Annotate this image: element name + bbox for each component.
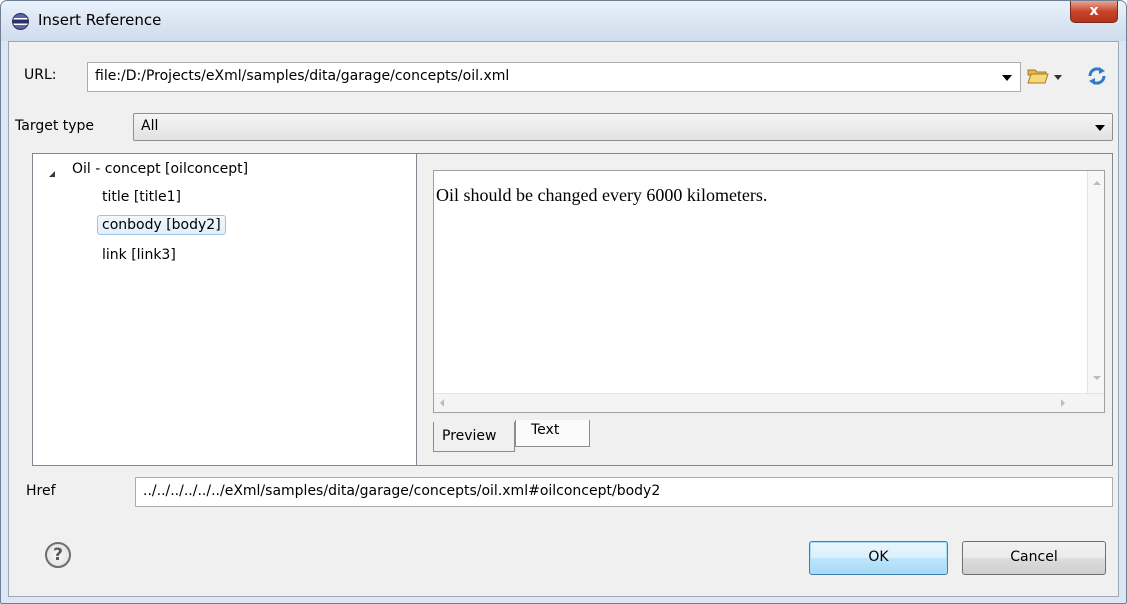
href-label: Href <box>26 483 56 499</box>
preview-area: Oil should be changed every 6000 kilomet… <box>433 170 1105 413</box>
target-type-combo[interactable]: All <box>133 113 1113 141</box>
ok-button[interactable]: OK <box>809 541 948 575</box>
cancel-button[interactable]: Cancel <box>962 541 1106 575</box>
url-combo[interactable]: file:/D:/Projects/eXml/samples/dita/gara… <box>87 62 1021 92</box>
scroll-down-icon[interactable] <box>1093 376 1101 380</box>
tree-item-link[interactable]: link [link3] <box>102 247 176 263</box>
title-bar[interactable]: Insert Reference x <box>1 1 1126 41</box>
chevron-down-icon[interactable] <box>1054 75 1062 80</box>
target-type-value: All <box>141 118 159 134</box>
chevron-down-icon[interactable] <box>1095 125 1105 131</box>
url-dropdown-arrow-icon[interactable] <box>1002 75 1012 81</box>
preview-text: Oil should be changed every 6000 kilomet… <box>436 185 768 205</box>
help-icon[interactable]: ? <box>45 542 71 568</box>
tree-item-root[interactable]: Oil - concept [oilconcept] <box>72 161 248 177</box>
tree-item-title[interactable]: title [title1] <box>102 189 181 205</box>
target-type-label: Target type <box>15 118 95 134</box>
href-field[interactable]: ../../../../../../eXml/samples/dita/gara… <box>135 477 1113 507</box>
tab-preview-label: Preview <box>442 428 497 444</box>
tab-text-label: Text <box>531 422 560 438</box>
href-value: ../../../../../../eXml/samples/dita/gara… <box>143 483 661 499</box>
scroll-left-icon[interactable] <box>440 399 444 407</box>
url-value: file:/D:/Projects/eXml/samples/dita/gara… <box>95 68 510 84</box>
tab-text[interactable]: Text <box>515 420 590 447</box>
tab-preview[interactable]: Preview <box>433 422 515 452</box>
scroll-right-icon[interactable] <box>1061 399 1065 407</box>
dialog-title: Insert Reference <box>38 11 162 29</box>
eclipse-app-icon <box>12 13 29 30</box>
dialog-content: URL: file:/D:/Projects/eXml/samples/dita… <box>8 41 1119 597</box>
close-button[interactable]: x <box>1070 1 1118 23</box>
refresh-icon[interactable] <box>1086 66 1108 86</box>
url-label: URL: <box>24 67 57 83</box>
reference-tree[interactable]: Oil - concept [oilconcept] title [title1… <box>32 153 417 466</box>
horizontal-scrollbar[interactable] <box>434 393 1104 412</box>
vertical-scrollbar[interactable] <box>1087 171 1104 393</box>
insert-reference-dialog: Insert Reference x URL: file:/D:/Project… <box>0 0 1127 604</box>
preview-panel: Oil should be changed every 6000 kilomet… <box>416 153 1113 466</box>
scroll-up-icon[interactable] <box>1093 181 1101 185</box>
folder-open-icon[interactable] <box>1027 67 1049 85</box>
tree-item-conbody[interactable]: conbody [body2] <box>97 215 226 235</box>
tree-expand-icon[interactable] <box>49 171 55 177</box>
